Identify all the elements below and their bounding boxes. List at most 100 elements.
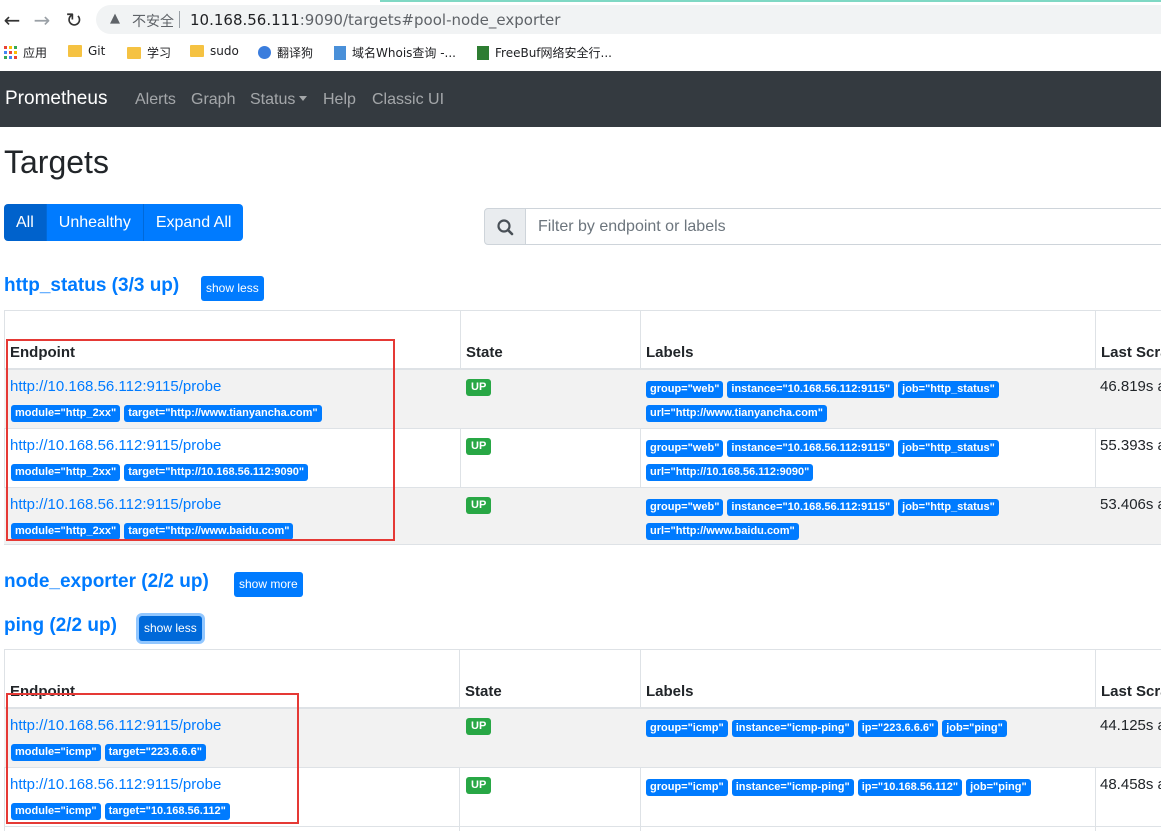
back-arrow-icon[interactable]: ← [0,8,24,32]
endpoint-link[interactable]: http://10.168.56.112:9115/probe [10,776,221,793]
label-badge: job="http_status" [898,381,999,398]
param-badge: module="http_2xx" [11,523,121,540]
bookmark-study[interactable]: 学习 [127,44,171,61]
param-badge: target="http://www.tianyancha.com" [124,405,322,422]
labels-line: group="web" instance="10.168.56.112:9115"… [646,379,1003,398]
filter-all-button[interactable]: All [4,204,46,241]
label-badge: instance="icmp-ping" [731,779,854,796]
table-row: http://10.168.56.112:9115/probe module="… [4,429,1161,488]
endpoint-link[interactable]: http://10.168.56.112:9115/probe [10,437,221,454]
last-scrape-value: 44.125s a [1100,717,1161,734]
column-state: State [465,683,502,700]
last-scrape-value: 53.406s a [1100,496,1161,513]
label-badge: instance="icmp-ping" [731,720,854,737]
param-badge: module="http_2xx" [11,405,121,422]
pool-title-node-exporter[interactable]: node_exporter (2/2 up) [4,571,209,593]
last-scrape-value: 55.393s a [1100,437,1161,454]
filter-unhealthy-button[interactable]: Unhealthy [45,204,143,241]
label-badge: group="icmp" [646,720,728,737]
column-endpoint: Endpoint [10,344,75,361]
warning-icon: ▲ [110,11,120,26]
bookmark-git[interactable]: Git [68,44,105,58]
tab-strip-accent [380,0,1161,2]
translate-dog-icon [258,46,271,59]
browser-chrome: ← → ↻ ▲ 不安全 10.168.56.111:9090/targets#p… [0,0,1161,71]
bookmark-apps[interactable]: 应用 [4,44,47,61]
filter-button-group: All Unhealthy Expand All [4,204,244,241]
bookmark-label: Git [88,44,106,58]
endpoint-link[interactable]: http://10.168.56.112:9115/probe [10,496,221,513]
labels-line: url="http://www.tianyancha.com" [646,403,831,422]
forward-arrow-icon[interactable]: → [30,8,54,32]
param-badge: module="icmp" [11,803,101,820]
bookmark-freebuf[interactable]: FreeBuf网络安全行... [477,44,612,61]
table-row: http://10.168.56.112:9115/probe module="… [4,488,1161,545]
column-endpoint: Endpoint [10,683,75,700]
address-url[interactable]: 10.168.56.111:9090/targets#pool-node_exp… [190,11,560,29]
bookmark-label: 翻译狗 [277,46,314,60]
nav-graph[interactable]: Graph [191,91,235,109]
label-badge: instance="10.168.56.112:9115" [727,381,895,398]
status-badge: UP [466,718,492,735]
nav-alerts[interactable]: Alerts [135,91,176,109]
endpoint-params: module="icmp" target="223.6.6.6" [11,742,210,761]
bookmark-label: FreeBuf网络安全行... [495,46,612,60]
folder-icon [190,45,204,57]
url-path: :9090/targets#pool-node_exporter [299,11,561,29]
labels-line: url="http://10.168.56.112:9090" [646,462,817,481]
param-badge: module="http_2xx" [11,464,121,481]
label-badge: job="http_status" [898,499,999,516]
reload-icon[interactable]: ↻ [62,8,86,32]
page-title: Targets [4,144,109,180]
param-badge: target="http://www.baidu.com" [124,523,294,540]
label-badge: url="http://www.tianyancha.com" [646,405,827,422]
column-labels: Labels [646,683,694,700]
labels-line: group="icmp" instance="icmp-ping" ip="223.… [646,718,1011,737]
apps-grid-icon [4,46,17,59]
labels-line: url="http://www.baidu.com" [646,521,803,540]
table-row: http://10.168.56.112:9115/probe module="… [4,370,1161,429]
table-header: Endpoint State Labels Last Scra [4,649,1161,709]
nav-status-label: Status [250,91,296,108]
whois-icon [334,45,346,60]
show-less-button[interactable]: show less [201,276,264,301]
endpoint-params: module="icmp" target="10.168.56.112" [11,801,234,820]
bookmark-whois[interactable]: 域名Whois查询 -... [334,44,456,61]
last-scrape-value: 46.819s a [1100,378,1161,395]
nav-status[interactable]: Status [250,91,308,109]
table-row: http://10.168.56.112:9115/probe module="… [4,768,1161,827]
nav-help[interactable]: Help [323,91,356,109]
show-more-button[interactable]: show more [234,572,303,597]
label-badge: job="ping" [966,779,1031,796]
targets-table-ping: Endpoint State Labels Last Scra http://1… [4,649,1161,831]
insecure-label: 不安全 [132,14,174,30]
label-badge: group="icmp" [646,779,728,796]
search-icon [484,208,526,245]
expand-all-button[interactable]: Expand All [142,204,244,241]
bookmarks-bar: 应用 Git 学习 sudo 翻译狗 域名Whois查询 -... FreeBu… [0,40,1161,66]
param-badge: target="http://10.168.56.112:9090" [124,464,309,481]
nav-classic-ui[interactable]: Classic UI [372,91,444,109]
bookmark-fanyigou[interactable]: 翻译狗 [258,44,313,61]
top-navbar: Prometheus Alerts Graph Status Help Clas… [0,71,1161,127]
pool-title-ping[interactable]: ping (2/2 up) [4,615,117,637]
labels-line: group="web" instance="10.168.56.112:9115"… [646,497,1003,516]
endpoint-link[interactable]: http://10.168.56.112:9115/probe [10,378,221,395]
endpoint-params: module="http_2xx" target="http://www.baid… [11,521,297,540]
param-badge: module="icmp" [11,744,101,761]
label-badge: ip="223.6.6.6" [857,720,939,737]
show-less-button[interactable]: show less [139,616,202,641]
targets-table-http-status: Endpoint State Labels Last Scra http://1… [4,310,1161,545]
column-state: State [466,344,503,361]
pool-title-http-status[interactable]: http_status (3/3 up) [4,275,179,297]
address-bar[interactable]: ▲ 不安全 10.168.56.111:9090/targets#pool-no… [96,5,1161,34]
bookmark-sudo[interactable]: sudo [190,44,239,58]
url-host: 10.168.56.111 [190,11,300,29]
search-input[interactable]: Filter by endpoint or labels [525,208,1161,245]
folder-icon [127,46,141,59]
address-separator [179,11,180,28]
brand-link[interactable]: Prometheus [5,88,107,110]
label-badge: group="web" [646,440,724,457]
endpoint-link[interactable]: http://10.168.56.112:9115/probe [10,717,221,734]
last-scrape-value: 48.458s a [1100,776,1161,793]
